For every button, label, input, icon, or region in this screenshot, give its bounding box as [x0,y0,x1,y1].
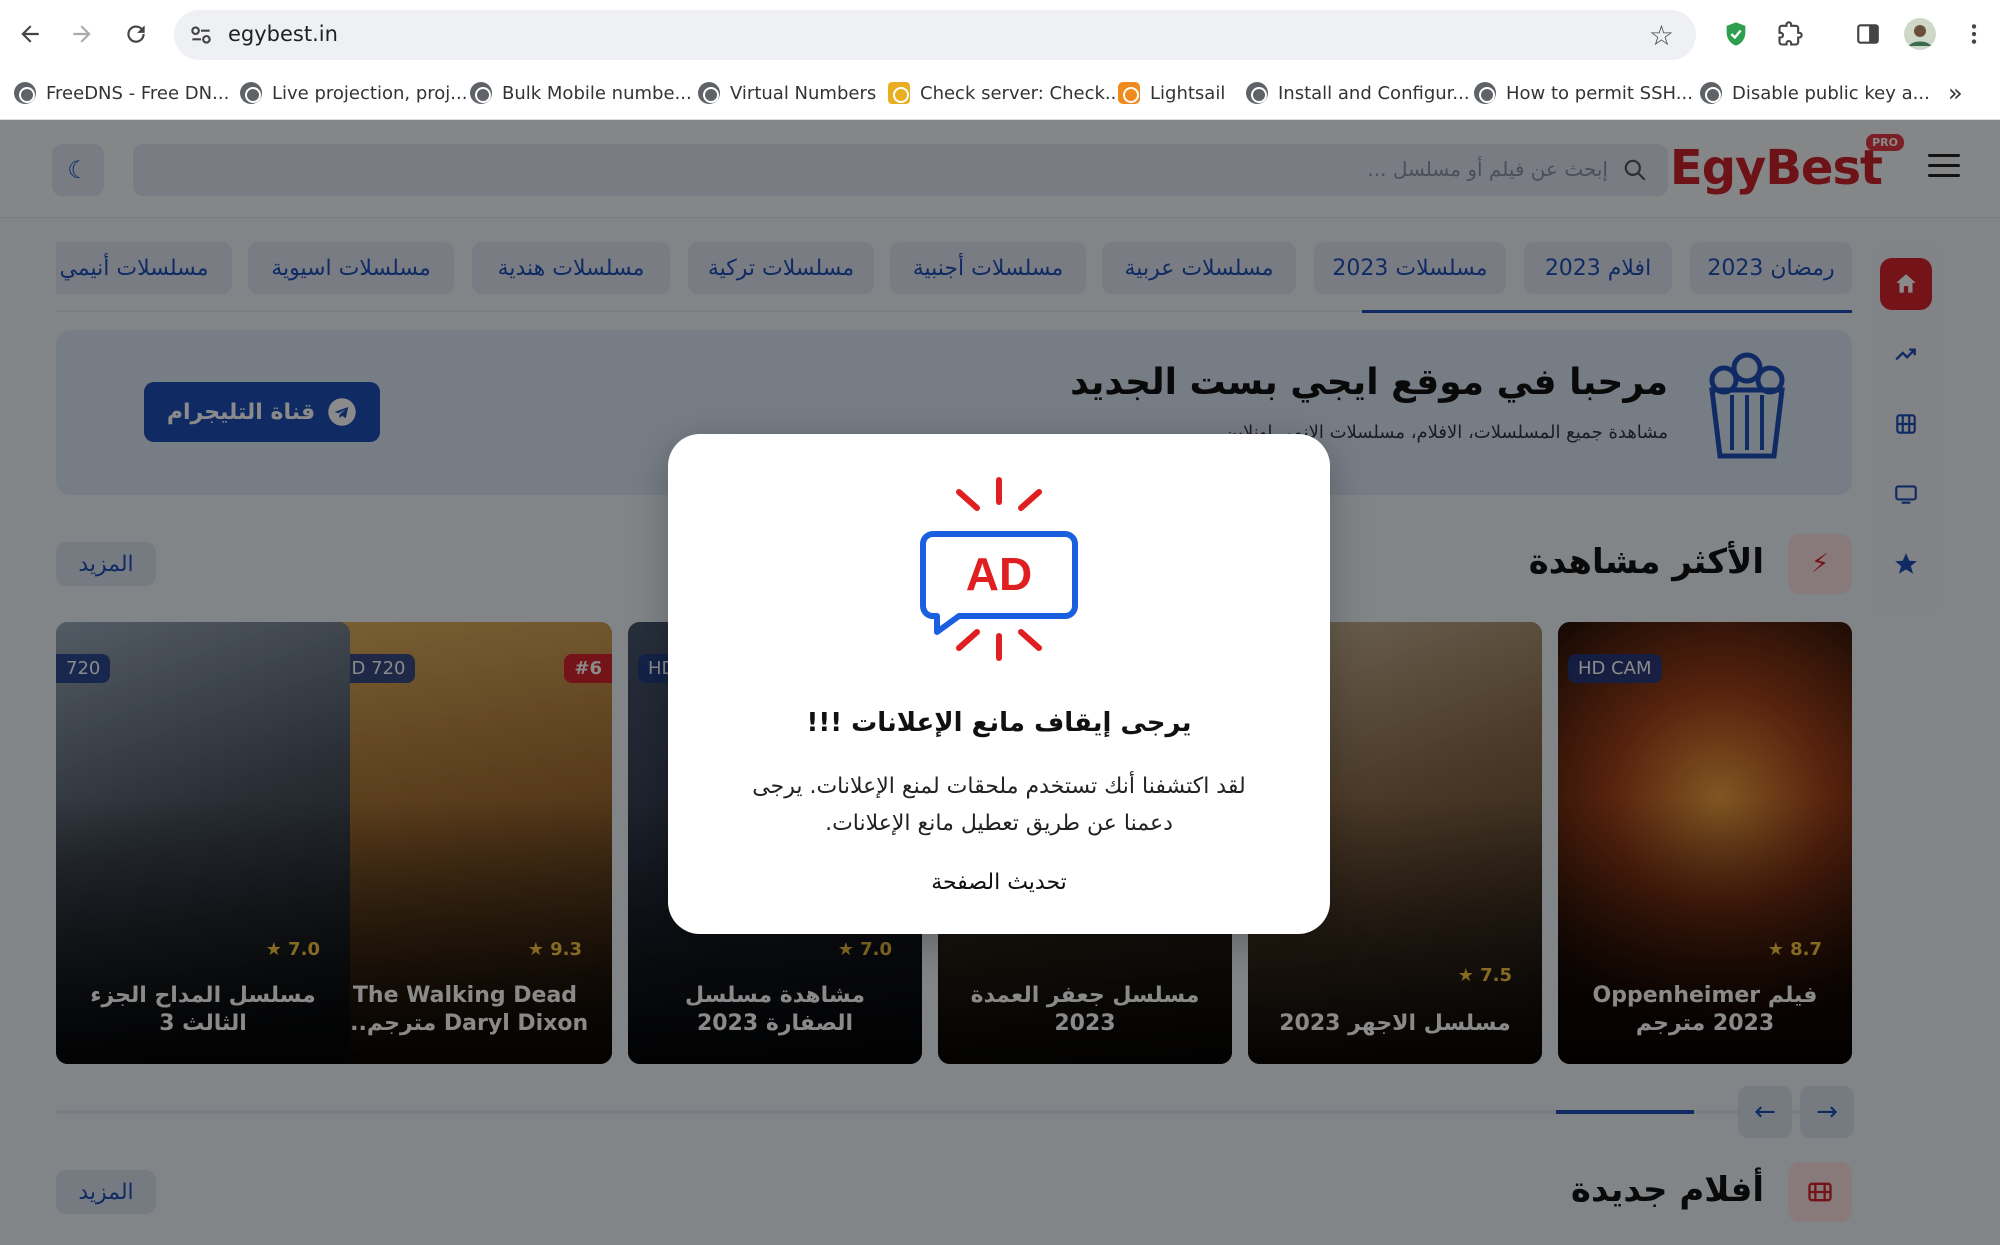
address-bar[interactable]: egybest.in ☆ [174,10,1696,60]
bookmark-label: How to permit SSH... [1506,82,1693,104]
bookmarks-bar: FreeDNS - Free DN... Live projection, pr… [0,70,2000,118]
side-panel-icon[interactable] [1850,16,1886,52]
bookmark-label: Disable public key a... [1732,82,1930,104]
globe-icon [1700,82,1722,104]
bookmark-item[interactable]: Live projection, proj... [240,78,467,108]
bookmark-label: Lightsail [1150,82,1226,104]
bookmark-label: Check server: Check... [920,82,1123,104]
url-text[interactable]: egybest.in [228,22,338,46]
bookmark-label: Live projection, proj... [272,82,468,104]
modal-title: يرجى إيقاف مانع الإعلانات !!! [806,708,1192,738]
profile-avatar[interactable] [1902,16,1938,52]
bookmark-label: Install and Configur... [1278,82,1470,104]
modal-message: لقد اكتشفنا أنك تستخدم ملحقات لمنع الإعل… [752,774,1246,836]
reload-page-link[interactable]: تحديث الصفحة [668,870,1330,895]
extensions-puzzle-icon[interactable] [1772,16,1808,52]
bookmark-label: Bulk Mobile numbe... [502,82,692,104]
globe-icon [470,82,492,104]
arrow-left-icon [21,25,39,43]
bookmark-item[interactable]: Check server: Check... [888,78,1122,108]
back-button[interactable] [10,14,50,54]
reload-icon [127,25,145,43]
globe-icon [1246,82,1268,104]
reload-button[interactable] [116,14,156,54]
more-bookmarks-icon[interactable]: » [1948,78,1963,108]
globe-icon [698,82,720,104]
browser-toolbar: egybest.in ☆ [0,0,2000,70]
globe-icon [14,82,36,104]
bookmark-label: FreeDNS - Free DN... [46,82,230,104]
adblock-modal: AD يرجى إيقاف مانع الإعلانات !!! لقد اكت… [668,434,1330,934]
ad-label: AD [966,548,1032,600]
forward-button[interactable] [62,14,102,54]
ad-alert-icon: AD [920,477,1078,661]
checkserver-icon [888,82,910,104]
browser-menu-icon[interactable] [1956,16,1992,52]
bookmark-item[interactable]: Lightsail [1118,78,1225,108]
bookmark-item[interactable]: How to permit SSH... [1474,78,1693,108]
lightsail-icon [1118,82,1140,104]
bookmark-item[interactable]: FreeDNS - Free DN... [14,78,229,108]
shield-extension-icon[interactable] [1718,16,1754,52]
site-settings-icon[interactable] [188,22,214,48]
bookmark-label: Virtual Numbers [730,82,877,104]
globe-icon [240,82,262,104]
globe-icon [1474,82,1496,104]
arrow-right-icon [73,25,91,43]
bookmark-item[interactable]: Virtual Numbers [698,78,876,108]
bookmark-item[interactable]: Bulk Mobile numbe... [470,78,692,108]
browser-chrome: egybest.in ☆ FreeDNS - Free DN... Live p… [0,0,2000,120]
bookmark-star-icon[interactable]: ☆ [1649,19,1674,52]
bookmark-item[interactable]: Install and Configur... [1246,78,1470,108]
bookmark-item[interactable]: Disable public key a... [1700,78,1930,108]
